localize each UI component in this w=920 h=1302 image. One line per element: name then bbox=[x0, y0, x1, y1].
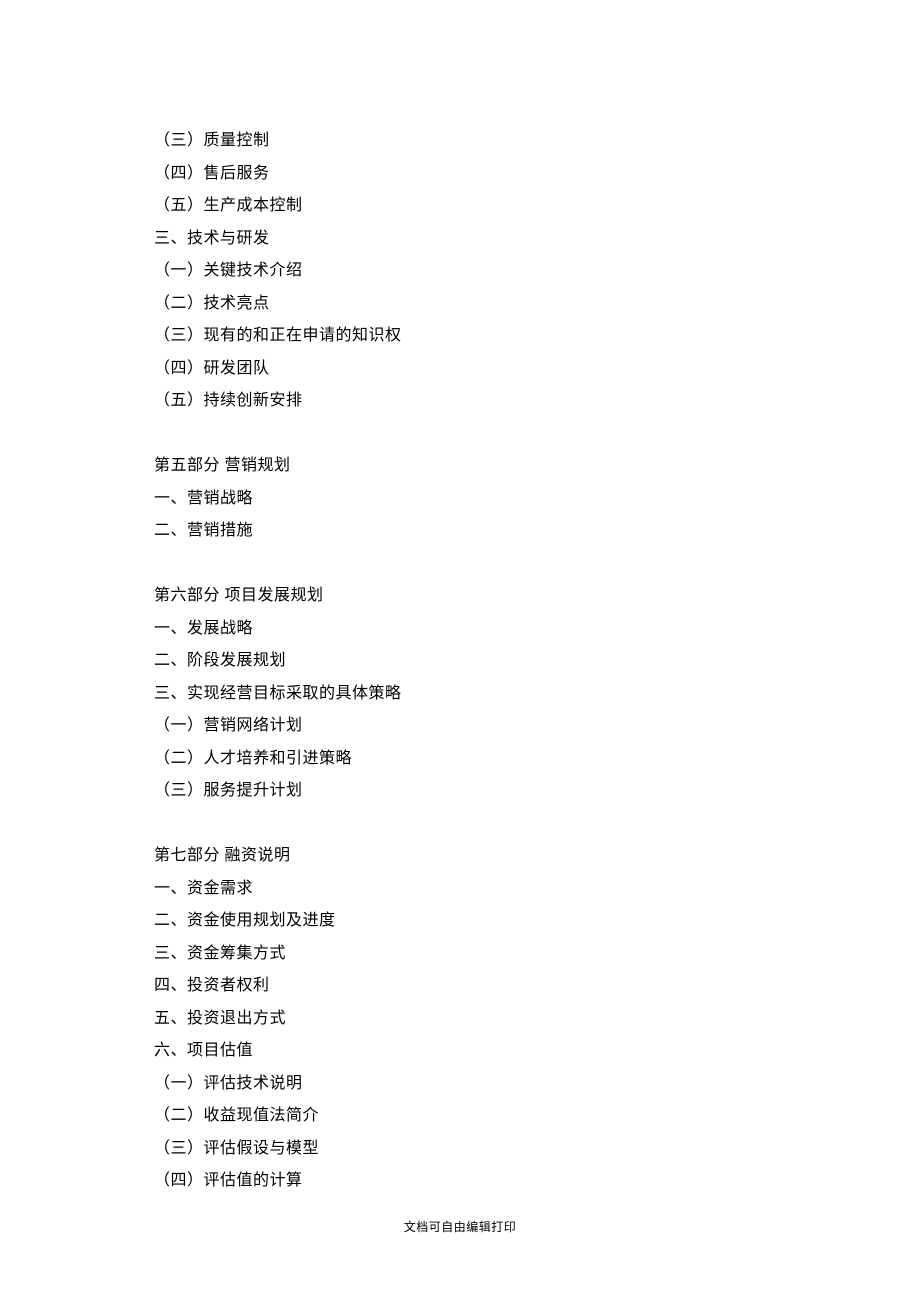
toc-line: （三）现有的和正在申请的知识权 bbox=[154, 320, 774, 353]
toc-line: （五）持续创新安排 bbox=[154, 385, 774, 418]
toc-line: （四）研发团队 bbox=[154, 353, 774, 386]
section-gap bbox=[154, 808, 774, 841]
toc-line: 三、资金筹集方式 bbox=[154, 938, 774, 971]
toc-line: 二、营销措施 bbox=[154, 515, 774, 548]
toc-line: 四、投资者权利 bbox=[154, 970, 774, 1003]
toc-line: （三）质量控制 bbox=[154, 125, 774, 158]
toc-line: 一、资金需求 bbox=[154, 873, 774, 906]
toc-line: 二、资金使用规划及进度 bbox=[154, 905, 774, 938]
toc-line: （一）营销网络计划 bbox=[154, 710, 774, 743]
toc-line: （四）评估值的计算 bbox=[154, 1165, 774, 1198]
toc-line: （五）生产成本控制 bbox=[154, 190, 774, 223]
toc-line: 六、项目估值 bbox=[154, 1035, 774, 1068]
toc-line: （一）评估技术说明 bbox=[154, 1068, 774, 1101]
toc-line: 三、技术与研发 bbox=[154, 223, 774, 256]
toc-line: （二）收益现值法简介 bbox=[154, 1100, 774, 1133]
toc-line: 一、发展战略 bbox=[154, 613, 774, 646]
toc-line: （三）服务提升计划 bbox=[154, 775, 774, 808]
toc-line: （一）关键技术介绍 bbox=[154, 255, 774, 288]
toc-section-heading: 第七部分 融资说明 bbox=[154, 840, 774, 873]
toc-line: 二、阶段发展规划 bbox=[154, 645, 774, 678]
toc-line: （二）人才培养和引进策略 bbox=[154, 743, 774, 776]
section-gap bbox=[154, 418, 774, 451]
toc-section-heading: 第六部分 项目发展规划 bbox=[154, 580, 774, 613]
toc-line: （二）技术亮点 bbox=[154, 288, 774, 321]
toc-line: 三、实现经营目标采取的具体策略 bbox=[154, 678, 774, 711]
section-gap bbox=[154, 548, 774, 581]
page-footer: 文档可自由编辑打印 bbox=[0, 1218, 920, 1235]
document-content: （三）质量控制 （四）售后服务 （五）生产成本控制 三、技术与研发 （一）关键技… bbox=[154, 125, 774, 1198]
toc-line: 五、投资退出方式 bbox=[154, 1003, 774, 1036]
toc-section-heading: 第五部分 营销规划 bbox=[154, 450, 774, 483]
toc-line: （四）售后服务 bbox=[154, 158, 774, 191]
toc-line: 一、营销战略 bbox=[154, 483, 774, 516]
toc-line: （三）评估假设与模型 bbox=[154, 1133, 774, 1166]
